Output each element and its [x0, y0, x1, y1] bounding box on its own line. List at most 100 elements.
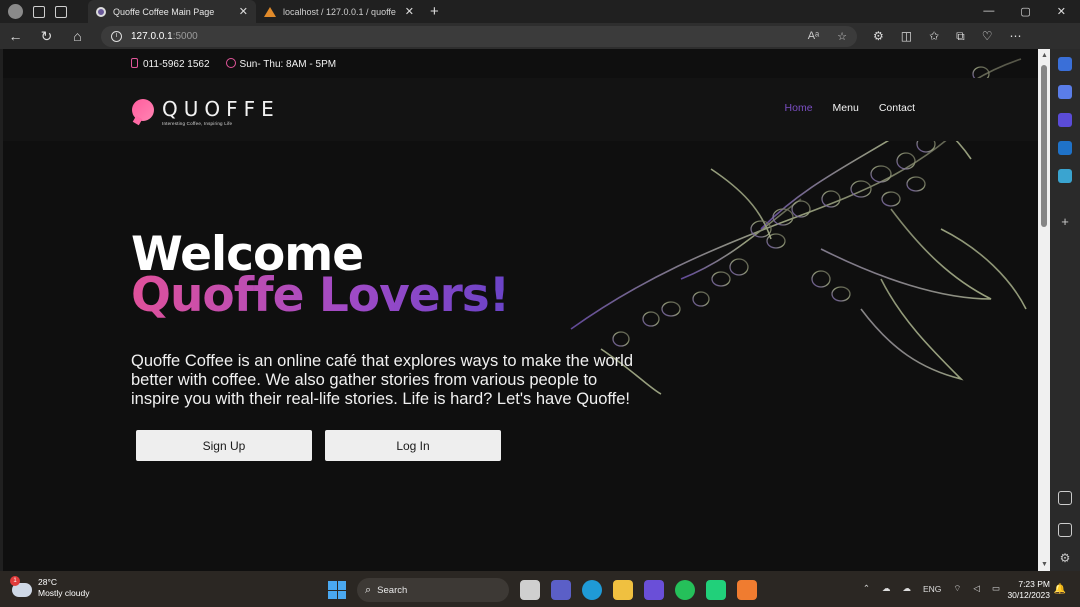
nav-contact[interactable]: Contact: [879, 102, 915, 114]
log-in-button[interactable]: Log In: [325, 430, 501, 461]
clock-date: 30/12/2023: [1007, 590, 1050, 600]
whatsapp-icon[interactable]: [675, 580, 695, 600]
shopping-icon[interactable]: [1058, 85, 1072, 99]
games-icon[interactable]: [1058, 113, 1072, 127]
home-icon[interactable]: ⌂: [62, 28, 93, 44]
language-indicator[interactable]: ENG: [923, 584, 941, 594]
page-viewport: 011-5962 1562 Sun- Thu: 8AM - 5PM QUOFFE…: [3, 49, 1038, 571]
scrollbar-thumb[interactable]: [1041, 65, 1047, 227]
refresh-icon[interactable]: ↻: [31, 28, 62, 45]
system-tray: ⌃ ☁ ☁ ENG ⌔ ◁ ▭: [863, 583, 1000, 594]
favorite-star-icon[interactable]: ☆: [837, 30, 847, 43]
weather-widget[interactable]: 1 28°C Mostly cloudy: [10, 576, 90, 599]
search-icon: ⌕: [365, 583, 372, 596]
close-window-icon[interactable]: ✕: [1057, 5, 1066, 18]
browser-left-icons: [0, 4, 88, 19]
workspaces-icon[interactable]: [33, 5, 45, 18]
clock-icon: [225, 57, 236, 68]
tab-quoffe-main[interactable]: Quoffe Coffee Main Page ✕: [88, 0, 256, 23]
cloud-icon: 1: [10, 576, 32, 597]
scroll-down-icon[interactable]: ▼: [1041, 561, 1048, 568]
tab-actions-icon[interactable]: [55, 5, 67, 18]
taskbar-clock[interactable]: 7:23 PM 30/12/2023: [1007, 579, 1050, 601]
maximize-icon[interactable]: ▢: [1020, 5, 1030, 18]
start-windows-icon[interactable]: [328, 581, 346, 599]
close-tab-icon[interactable]: ✕: [239, 5, 248, 18]
hero-title-lovers: Quoffe Lovers!: [131, 268, 510, 323]
close-tab-icon[interactable]: ✕: [405, 5, 414, 18]
settings-gear-icon[interactable]: ⚙: [1058, 551, 1072, 565]
sign-up-button[interactable]: Sign Up: [136, 430, 312, 461]
outlook-icon[interactable]: [1058, 141, 1072, 155]
tab-title: localhost / 127.0.0.1 / quoffe / lo: [283, 6, 398, 17]
tray-chevron-icon[interactable]: ⌃: [863, 583, 870, 594]
logo-bubble-icon: [132, 99, 154, 121]
wifi-icon[interactable]: ⌔: [953, 583, 961, 594]
hours-info: Sun- Thu: 8AM - 5PM: [225, 57, 337, 70]
teams-icon[interactable]: [551, 580, 571, 600]
address-bar-actions: Aᵃ ☆: [808, 30, 857, 43]
weather-badge: 1: [10, 576, 20, 586]
taskbar-apps: ⌕ Search: [328, 578, 757, 602]
screenshot-icon[interactable]: [1058, 491, 1072, 505]
clock-time: 7:23 PM: [1018, 579, 1050, 589]
url-host: 127.0.0.1: [131, 30, 173, 42]
site-favicon-icon: [96, 6, 106, 17]
windows-taskbar: 1 28°C Mostly cloudy ⌕ Search ⌃ ☁ ☁ ENG …: [0, 571, 1080, 607]
page-scrollbar[interactable]: ▲ ▼: [1038, 49, 1050, 571]
nav-home[interactable]: Home: [785, 102, 813, 114]
onedrive-icon[interactable]: ☁: [882, 583, 891, 594]
drop-icon[interactable]: [1058, 169, 1072, 183]
edge-icon[interactable]: [582, 580, 602, 600]
performance-icon[interactable]: ♡: [982, 29, 993, 44]
notification-bell-icon[interactable]: 🔔: [1054, 584, 1066, 595]
favorites-icon[interactable]: ✩: [929, 29, 939, 44]
minimize-icon[interactable]: —: [983, 5, 994, 18]
task-view-icon[interactable]: [520, 580, 540, 600]
weather-temp: 28°C: [38, 577, 57, 587]
site-logo[interactable]: QUOFFE Interesting Coffee, Inspiring Lif…: [132, 99, 280, 126]
address-bar[interactable]: i 127.0.0.1 :5000 Aᵃ ☆: [101, 25, 857, 47]
phpmyadmin-favicon-icon: [264, 6, 276, 17]
file-explorer-icon[interactable]: [613, 580, 633, 600]
battery-icon[interactable]: ▭: [992, 583, 1000, 594]
split-screen-icon[interactable]: ◫: [901, 29, 912, 44]
browser-toolbar: ← ↻ ⌂ i 127.0.0.1 :5000 Aᵃ ☆ ⚙ ◫ ✩ ⧉ ♡ ⋯: [0, 23, 1080, 67]
add-sidebar-icon[interactable]: +: [1058, 215, 1072, 229]
collections-icon[interactable]: ⧉: [956, 29, 965, 44]
browser-tab-bar: Quoffe Coffee Main Page ✕ localhost / 12…: [0, 0, 1080, 23]
profile-icon[interactable]: [8, 4, 23, 19]
phone-number: 011-5962 1562: [143, 58, 210, 70]
phone-info: 011-5962 1562: [131, 57, 210, 70]
search-label: Search: [377, 584, 408, 596]
window-controls: — ▢ ✕: [983, 5, 1080, 18]
pycharm-icon[interactable]: [706, 580, 726, 600]
volume-icon[interactable]: ◁: [973, 583, 980, 594]
more-options-icon[interactable]: ⋯: [1010, 29, 1022, 44]
tab-phpmyadmin[interactable]: localhost / 127.0.0.1 / quoffe / lo ✕: [256, 0, 422, 23]
logo-text: QUOFFE: [162, 97, 280, 121]
weather-desc: Mostly cloudy: [38, 588, 90, 598]
hide-sidebar-icon[interactable]: [1058, 523, 1072, 537]
cloud-sync-icon[interactable]: ☁: [903, 583, 912, 594]
hero-description: Quoffe Coffee is an online café that exp…: [131, 352, 634, 408]
xampp-icon[interactable]: [737, 580, 757, 600]
main-nav: Home Menu Contact: [785, 102, 915, 114]
url-port: :5000: [172, 30, 198, 42]
browser-right-icons: ⚙ ◫ ✩ ⧉ ♡ ⋯: [857, 29, 1022, 44]
phone-icon: [131, 57, 138, 68]
taskbar-search[interactable]: ⌕ Search: [357, 578, 509, 602]
nav-menu[interactable]: Menu: [833, 102, 859, 114]
search-sidebar-icon[interactable]: [1058, 57, 1072, 71]
opening-hours: Sun- Thu: 8AM - 5PM: [239, 58, 337, 70]
edge-sidebar: + ⚙: [1050, 49, 1080, 571]
scroll-up-icon[interactable]: ▲: [1041, 52, 1048, 59]
top-info-bar: 011-5962 1562 Sun- Thu: 8AM - 5PM: [3, 49, 1038, 78]
read-aloud-icon[interactable]: Aᵃ: [808, 30, 819, 43]
site-info-icon[interactable]: i: [111, 30, 122, 42]
back-icon[interactable]: ←: [0, 28, 31, 44]
extensions-icon[interactable]: ⚙: [873, 29, 884, 44]
logo-tagline: Interesting Coffee, Inspiring Life: [162, 121, 233, 126]
new-tab-button[interactable]: +: [422, 3, 447, 20]
copilot-app-icon[interactable]: [644, 580, 664, 600]
